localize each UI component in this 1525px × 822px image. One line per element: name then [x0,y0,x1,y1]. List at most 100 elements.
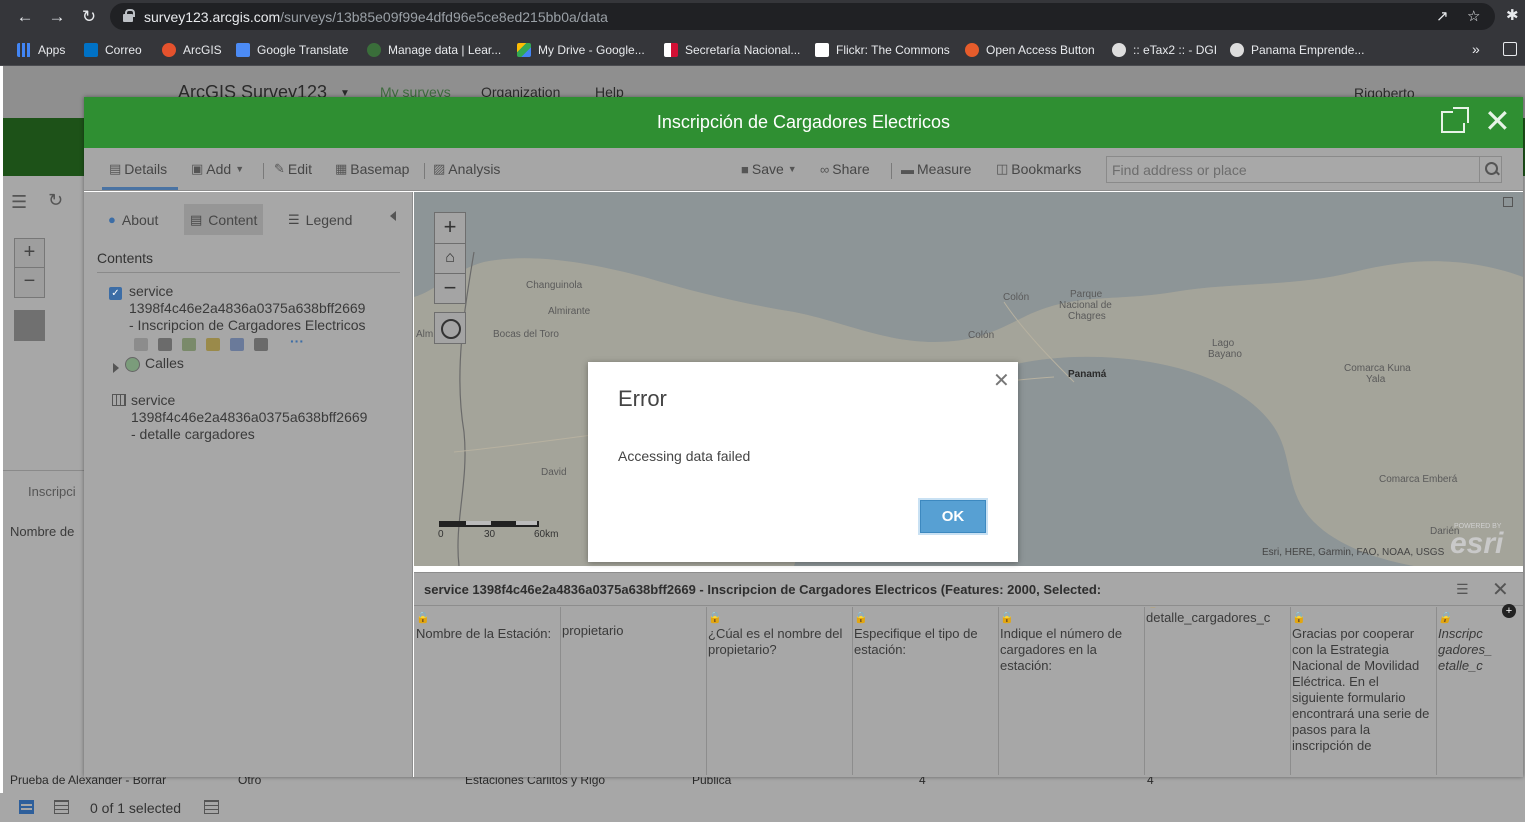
divider [891,163,892,179]
dialog-close-icon[interactable]: ✕ [993,368,1010,393]
url-text: survey123.arcgis.com/surveys/13b85e09f99… [144,9,608,25]
bookmark-open-access[interactable]: Open Access Button [965,41,1095,59]
add-icon: ▣ [191,161,204,176]
bookmark-panama-emprende[interactable]: Panama Emprende... [1230,41,1364,59]
bg-zoom-out-icon[interactable]: − [15,268,44,297]
open-new-window-icon[interactable] [1441,107,1469,133]
filter-icon[interactable] [206,338,220,351]
bookmark-arcgis[interactable]: ArcGIS [162,41,222,59]
measure-button[interactable]: ▬ Measure [901,161,971,177]
divider [97,272,400,273]
bookmark-correo[interactable]: Correo [84,41,142,59]
tab-content[interactable]: ▤ Content [184,204,264,235]
map-label: David [541,467,567,478]
column-header[interactable]: 🔒 Especifique el tipo de estación: [852,607,999,775]
star-icon[interactable]: ☆ [1467,7,1480,25]
address-search[interactable]: Find address or place [1106,156,1502,183]
address-bar[interactable]: survey123.arcgis.com/surveys/13b85e09f99… [110,3,1495,30]
details-button[interactable]: ▤ Details [109,161,167,177]
close-icon[interactable]: ✕ [1484,105,1511,137]
bookmark-my-drive[interactable]: My Drive - Google... [517,41,645,59]
layer-name: 1398f4c46e2a4836a0375a638bff2669 [129,300,366,316]
table-options-icon[interactable]: ☰ [1456,581,1469,598]
map-label: Panamá [1068,369,1107,380]
map-label: Colón [968,330,995,341]
bookmark-google-translate[interactable]: Google Translate [236,41,348,59]
bookmark-manage-data[interactable]: Manage data | Lear... [367,41,501,59]
bookmark-apps[interactable]: Apps [17,41,65,59]
share-icon[interactable]: ↗ [1436,7,1449,25]
tab-legend[interactable]: ☰ Legend [282,204,358,235]
reading-list-icon[interactable] [1503,42,1517,56]
more-options-icon[interactable]: ··· [290,333,304,350]
map-label: Bocas del Toro [493,329,559,340]
search-input[interactable]: Find address or place [1112,162,1247,178]
lock-icon: 🔒 [1438,612,1452,624]
column-header[interactable]: 🔒 Gracias por cooperar con la Estrategia … [1290,607,1437,775]
popup-icon[interactable] [254,338,268,351]
bookmark-flickr[interactable]: Flickr: The Commons [815,41,950,59]
column-header[interactable]: 🔒 Indique el número de cargadores en la e… [998,607,1145,775]
bg-home-icon[interactable] [14,310,45,341]
table-icon[interactable] [134,338,148,351]
bookmarks-more-icon[interactable]: » [1472,41,1480,57]
analysis-layer-icon[interactable] [230,338,244,351]
expand-map-icon[interactable] [1503,197,1513,207]
tab-about[interactable]: ● About [102,204,164,235]
column-header[interactable]: 🔒 Nombre de la Estación: [414,607,561,775]
apps-icon [17,43,31,57]
column-header[interactable]: 🔒 Inscripc gadores_ etalle_c [1436,607,1523,775]
map-attribution: Esri, HERE, Garmin, FAO, NOAA, USGS [1262,547,1445,558]
layer-visibility-checkbox[interactable]: ✓ [109,287,122,300]
refresh-icon[interactable]: ↻ [48,190,63,211]
measure-icon: ▬ [901,161,914,177]
grid-icon[interactable] [158,338,172,351]
column-header[interactable]: 🔒propietario [560,607,707,775]
column-header[interactable]: 🔒 ¿Cúal es el nombre del propietario? [706,607,853,775]
table-view-icon[interactable] [19,800,34,814]
zoom-in-icon[interactable]: + [435,213,465,243]
back-icon[interactable]: ← [14,6,36,28]
basemap-button[interactable]: ▦ Basemap [335,161,409,177]
map-label: Bayano [1208,349,1242,360]
selection-list-icon[interactable] [204,800,219,814]
search-icon[interactable] [1479,156,1502,183]
style-icon[interactable] [182,338,196,351]
layer-name: service [129,283,174,299]
bookmark-etax[interactable]: :: eTax2 :: - DGI [1112,41,1217,59]
expand-icon[interactable] [113,363,119,373]
locate-icon[interactable] [434,312,466,344]
layer-name: 1398f4c46e2a4836a0375a638bff2669 [131,409,368,425]
outlook-icon [84,43,98,57]
ok-button[interactable]: OK [920,500,986,533]
reload-icon[interactable]: ↻ [78,6,100,28]
list-view-icon[interactable] [54,800,69,814]
attribute-table: service 1398f4c46e2a4836a0375a638bff2669… [414,572,1523,777]
dialog-title: Error [618,386,667,411]
add-button[interactable]: ▣ Add ▼ [191,161,247,177]
scale-label: 60km [534,529,559,540]
share-link-icon: ∞ [820,161,830,177]
modal-title: Inscripción de Cargadores Electricos [656,112,951,132]
save-button[interactable]: ■ Save ▼ [741,161,800,177]
collapse-panel-icon[interactable] [390,211,396,221]
globe-icon [367,43,381,57]
close-table-icon[interactable]: ✕ [1492,577,1509,602]
column-header[interactable]: 🔒detalle_cargadores_c [1144,607,1291,775]
bookmark-secretaria[interactable]: Secretaría Nacional... [664,41,800,59]
forward-icon[interactable]: → [46,6,68,28]
share-button[interactable]: ∞ Share [820,161,870,177]
add-column-icon[interactable]: + [1502,604,1516,618]
zoom-out-icon[interactable]: − [435,273,465,303]
bookmarks-button[interactable]: ◫ Bookmarks [996,161,1081,177]
edit-button[interactable]: ✎ Edit [274,161,312,177]
bookmarks-bar: Apps Correo ArcGIS Google Translate Mana… [0,33,1525,66]
home-icon[interactable]: ⌂ [435,243,465,273]
bg-zoom-in-icon[interactable]: + [15,239,44,268]
map-label: Parque [1070,289,1103,300]
menu-icon[interactable]: ☰ [11,192,27,213]
extensions-icon[interactable]: ✱ [1506,6,1519,24]
lock-icon: 🔒 [1000,612,1014,624]
analysis-button[interactable]: ▨ Analysis [433,161,500,177]
sublayer-name[interactable]: Calles [145,355,184,372]
